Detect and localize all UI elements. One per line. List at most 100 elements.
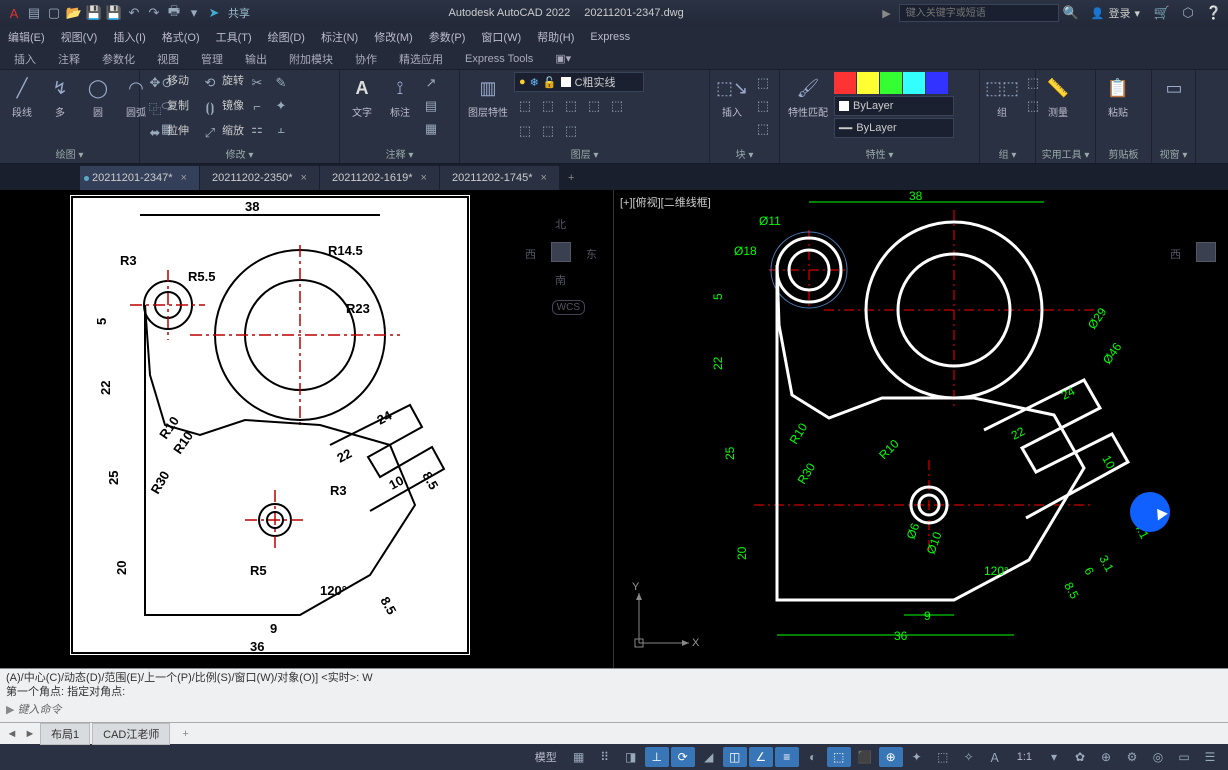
copy-icon[interactable]: ⿻ xyxy=(144,97,166,119)
dimension-button[interactable]: ⟟标注 xyxy=(382,72,418,121)
circle-button[interactable]: ◯圆 xyxy=(80,72,116,121)
a360-icon[interactable]: ⬡ xyxy=(1180,5,1196,21)
block-tool-1[interactable]: ⬚ xyxy=(752,72,774,94)
rtab-addon[interactable]: 附加模块 xyxy=(279,48,343,70)
menu-format[interactable]: 格式(O) xyxy=(162,29,200,45)
doc-tab-3[interactable]: 20211202-1619*× xyxy=(320,166,440,190)
grid-icon[interactable]: ▦ xyxy=(567,747,591,767)
send-icon[interactable]: ➤ xyxy=(206,5,222,21)
qp-icon[interactable]: ✦ xyxy=(905,747,929,767)
rtab-param[interactable]: 参数化 xyxy=(92,48,145,70)
layout-next-icon[interactable]: ► xyxy=(22,728,38,740)
layer-tool-6[interactable]: ⬚ xyxy=(514,120,536,142)
menu-param[interactable]: 参数(P) xyxy=(429,29,466,45)
hardware-icon[interactable]: ⚙ xyxy=(1120,747,1144,767)
panel-modify-label[interactable]: 修改 ▾ xyxy=(144,145,335,161)
dropdown-icon[interactable]: ▾ xyxy=(186,5,202,21)
login-button[interactable]: 👤 登录 ▾ xyxy=(1091,5,1140,21)
panel-block-label[interactable]: 块 ▾ xyxy=(714,145,775,161)
otrack-icon[interactable]: ∠ xyxy=(749,747,773,767)
scale-drop-icon[interactable]: ▾ xyxy=(1042,747,1066,767)
menu-tools[interactable]: 工具(T) xyxy=(216,29,252,45)
new-icon[interactable]: ▢ xyxy=(46,5,62,21)
color-green-icon[interactable] xyxy=(880,72,902,94)
layer-combo[interactable]: ●❄🔓C粗实线 xyxy=(514,72,644,92)
block-tool-2[interactable]: ⬚ xyxy=(752,95,774,117)
annomon-icon[interactable]: ⊕ xyxy=(1094,747,1118,767)
search-input[interactable] xyxy=(899,4,1059,22)
scale-icon[interactable]: ⤢ xyxy=(199,122,221,144)
layer-tool-1[interactable]: ⬚ xyxy=(514,95,536,117)
rtab-featured[interactable]: 精选应用 xyxy=(389,48,453,70)
layout-prev-icon[interactable]: ◄ xyxy=(4,728,20,740)
menu-express[interactable]: Express xyxy=(590,31,630,43)
paste-button[interactable]: 📋粘贴 xyxy=(1100,72,1136,121)
menu-view[interactable]: 视图(V) xyxy=(61,29,98,45)
undo-icon[interactable]: ↶ xyxy=(126,5,142,21)
view-cube[interactable]: 北 南 东 西 xyxy=(529,220,593,284)
layout-tab-1[interactable]: 布局1 xyxy=(40,723,90,745)
group-button[interactable]: ⬚⬚组 xyxy=(984,72,1020,121)
mirror-icon[interactable]: ⦗⦘ xyxy=(199,97,221,119)
rtab-output[interactable]: 输出 xyxy=(235,48,277,70)
layout-add-button[interactable]: + xyxy=(172,726,198,742)
panel-draw-label[interactable]: 绘图 ▾ xyxy=(4,145,135,161)
trim-icon[interactable]: ✂ xyxy=(246,72,268,94)
cmd-prompt[interactable]: 键入命令 xyxy=(18,704,62,716)
viewport-left[interactable]: 38 R14.5 R23 R5.5 R3 5 22 25 20 xyxy=(0,190,614,668)
view-cube-right[interactable]: 西 xyxy=(1174,220,1228,284)
menu-dim[interactable]: 标注(N) xyxy=(321,29,358,45)
rotate-icon[interactable]: ⟲ xyxy=(199,72,221,94)
mtext-icon[interactable]: ▦ xyxy=(420,118,442,140)
rtab-view[interactable]: 视图 xyxy=(147,48,189,70)
selcycle-icon[interactable]: ⬚ xyxy=(827,747,851,767)
menu-insert[interactable]: 插入(I) xyxy=(113,29,145,45)
isolate-icon[interactable]: ◎ xyxy=(1146,747,1170,767)
rtab-express[interactable]: Express Tools xyxy=(455,50,543,68)
layer-tool-5[interactable]: ⬚ xyxy=(606,95,628,117)
open-icon[interactable]: 📂 xyxy=(66,5,82,21)
3dosnap-icon[interactable]: ⬛ xyxy=(853,747,877,767)
erase-icon[interactable]: ✎ xyxy=(270,72,292,94)
redo-icon[interactable]: ↷ xyxy=(146,5,162,21)
matchprops-button[interactable]: 🖌特性匹配 xyxy=(784,72,832,121)
polyline-button[interactable]: ↯多 xyxy=(42,72,78,121)
search-icon[interactable]: 🔍 xyxy=(1063,5,1079,21)
doc-tab-1[interactable]: 20211201-2347*× xyxy=(80,166,200,190)
menu-icon[interactable]: ▤ xyxy=(26,5,42,21)
panel-util-label[interactable]: 实用工具 ▾ xyxy=(1040,145,1091,161)
menu-edit[interactable]: 编辑(E) xyxy=(8,29,45,45)
table-icon[interactable]: ▤ xyxy=(420,95,442,117)
insert-button[interactable]: ⬚↘插入 xyxy=(714,72,750,121)
print-icon[interactable]: 🖶 xyxy=(166,5,182,21)
offset-icon[interactable]: ⫠ xyxy=(270,118,292,140)
rtab-collab[interactable]: 协作 xyxy=(345,48,387,70)
color-red-icon[interactable] xyxy=(834,72,856,94)
add-tab-button[interactable]: + xyxy=(560,166,583,190)
array-icon[interactable]: ⚏ xyxy=(246,118,268,140)
menu-modify[interactable]: 修改(M) xyxy=(374,29,413,45)
osnap-icon[interactable]: ◫ xyxy=(723,747,747,767)
panel-group-label[interactable]: 组 ▾ xyxy=(984,145,1031,161)
annoscale-icon[interactable]: Ａ xyxy=(983,747,1007,767)
rtab-insert[interactable]: 插入 xyxy=(4,48,46,70)
layer-tool-8[interactable]: ⬚ xyxy=(560,120,582,142)
rtab-manage[interactable]: 管理 xyxy=(191,48,233,70)
lwt-icon[interactable]: ≡ xyxy=(775,747,799,767)
command-line[interactable]: (A)/中心(C)/动态(D)/范围(E)/上一个(P)/比例(S)/窗口(W)… xyxy=(0,668,1228,722)
polar-icon[interactable]: ⟳ xyxy=(671,747,695,767)
menu-draw[interactable]: 绘图(D) xyxy=(268,29,305,45)
color-yellow-icon[interactable] xyxy=(857,72,879,94)
gizmo-icon[interactable]: ✧ xyxy=(957,747,981,767)
panel-view-label[interactable]: 视窗 ▾ xyxy=(1156,145,1191,161)
ws-icon[interactable]: ✿ xyxy=(1068,747,1092,767)
layer-tool-2[interactable]: ⬚ xyxy=(537,95,559,117)
iso-icon[interactable]: ◢ xyxy=(697,747,721,767)
ortho-icon[interactable]: ⊥ xyxy=(645,747,669,767)
layer-tool-4[interactable]: ⬚ xyxy=(583,95,605,117)
fillet-icon[interactable]: ⌐ xyxy=(246,95,268,117)
infer-icon[interactable]: ◨ xyxy=(619,747,643,767)
block-tool-3[interactable]: ⬚ xyxy=(752,118,774,140)
share-label[interactable]: 共享 xyxy=(228,5,250,21)
panel-layer-label[interactable]: 图层 ▾ xyxy=(464,145,705,161)
